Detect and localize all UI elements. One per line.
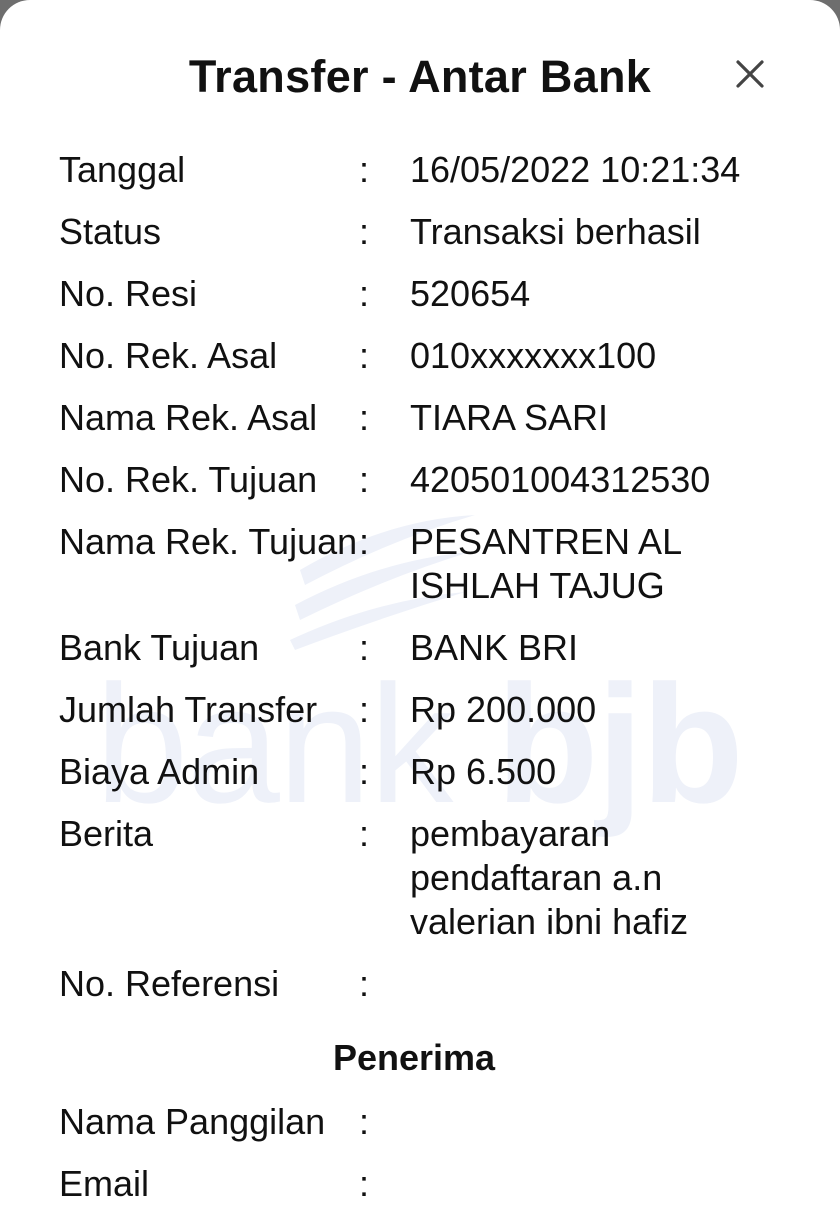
detail-row-nama-rek-tujuan: Nama Rek. Tujuan : PESANTREN AL ISHLAH T…: [59, 520, 789, 608]
detail-label: Jumlah Transfer: [59, 689, 318, 730]
detail-label: Nama Panggilan: [59, 1101, 326, 1142]
detail-value: Transaksi berhasil: [410, 211, 701, 252]
detail-row-status: Status : Transaksi berhasil: [59, 210, 789, 254]
receipt-sheet: bank bjb Transfer - Antar Bank Tanggal :…: [0, 0, 840, 1223]
detail-separator: :: [359, 335, 370, 376]
recipient-section-title: Penerima: [332, 1037, 496, 1078]
transaction-details: Tanggal : 16/05/2022 10:21:34 Status : T…: [59, 148, 789, 1223]
close-icon: [736, 60, 764, 88]
detail-value: TIARA SARI: [410, 397, 609, 438]
detail-row-jumlah-transfer: Jumlah Transfer : Rp 200.000: [59, 688, 789, 732]
detail-value: 16/05/2022 10:21:34: [410, 149, 741, 190]
detail-separator: :: [359, 963, 370, 1004]
detail-separator: :: [359, 459, 370, 500]
detail-label: Tanggal: [59, 149, 186, 190]
detail-label: Email: [59, 1163, 150, 1204]
detail-value: 420501004312530: [410, 459, 711, 500]
detail-row-bank-tujuan: Bank Tujuan : BANK BRI: [59, 626, 789, 670]
detail-value: pembayaran pendaftaran a.n valerian ibni…: [410, 813, 689, 942]
detail-label: No. Rek. Tujuan: [59, 459, 318, 500]
detail-label: Status: [59, 211, 162, 252]
detail-label: No. Rek. Asal: [59, 335, 278, 376]
detail-value: Rp 200.000: [410, 689, 597, 730]
detail-label: Nama Rek. Tujuan: [59, 521, 358, 562]
detail-separator: :: [359, 149, 370, 190]
detail-separator: :: [359, 813, 370, 854]
detail-separator: :: [359, 521, 370, 562]
recipient-row-nama-panggilan: Nama Panggilan :: [59, 1100, 789, 1144]
detail-label: Berita: [59, 813, 154, 854]
detail-row-biaya-admin: Biaya Admin : Rp 6.500: [59, 750, 789, 794]
detail-separator: :: [359, 397, 370, 438]
detail-separator: :: [359, 211, 370, 252]
detail-separator: :: [359, 1101, 370, 1142]
detail-separator: :: [359, 273, 370, 314]
detail-value: PESANTREN AL ISHLAH TAJUG: [410, 521, 681, 606]
detail-value: Rp 6.500: [410, 751, 557, 792]
detail-label: No. Resi: [59, 273, 198, 314]
page-title: Transfer - Antar Bank: [188, 51, 652, 102]
detail-label: Bank Tujuan: [59, 627, 260, 668]
detail-separator: :: [359, 1163, 370, 1204]
detail-value: 520654: [410, 273, 531, 314]
detail-row-berita: Berita : pembayaran pendaftaran a.n vale…: [59, 812, 789, 944]
detail-value: 010xxxxxxx100: [410, 335, 657, 376]
detail-row-no-rek-tujuan: No. Rek. Tujuan : 420501004312530: [59, 458, 789, 502]
detail-row-no-resi: No. Resi : 520654: [59, 272, 789, 316]
detail-row-no-referensi: No. Referensi :: [59, 962, 789, 1006]
detail-value: BANK BRI: [410, 627, 579, 668]
detail-separator: :: [359, 689, 370, 730]
detail-row-nama-rek-asal: Nama Rek. Asal : TIARA SARI: [59, 396, 789, 440]
detail-separator: :: [359, 627, 370, 668]
detail-separator: :: [359, 751, 370, 792]
sheet-header: Transfer - Antar Bank: [0, 0, 840, 130]
detail-label: No. Referensi: [59, 963, 280, 1004]
detail-label: Biaya Admin: [59, 751, 260, 792]
close-button[interactable]: [728, 52, 772, 96]
recipient-row-email: Email :: [59, 1162, 789, 1206]
detail-label: Nama Rek. Asal: [59, 397, 318, 438]
detail-row-no-rek-asal: No. Rek. Asal : 010xxxxxxx100: [59, 334, 789, 378]
detail-row-tanggal: Tanggal : 16/05/2022 10:21:34: [59, 148, 789, 192]
